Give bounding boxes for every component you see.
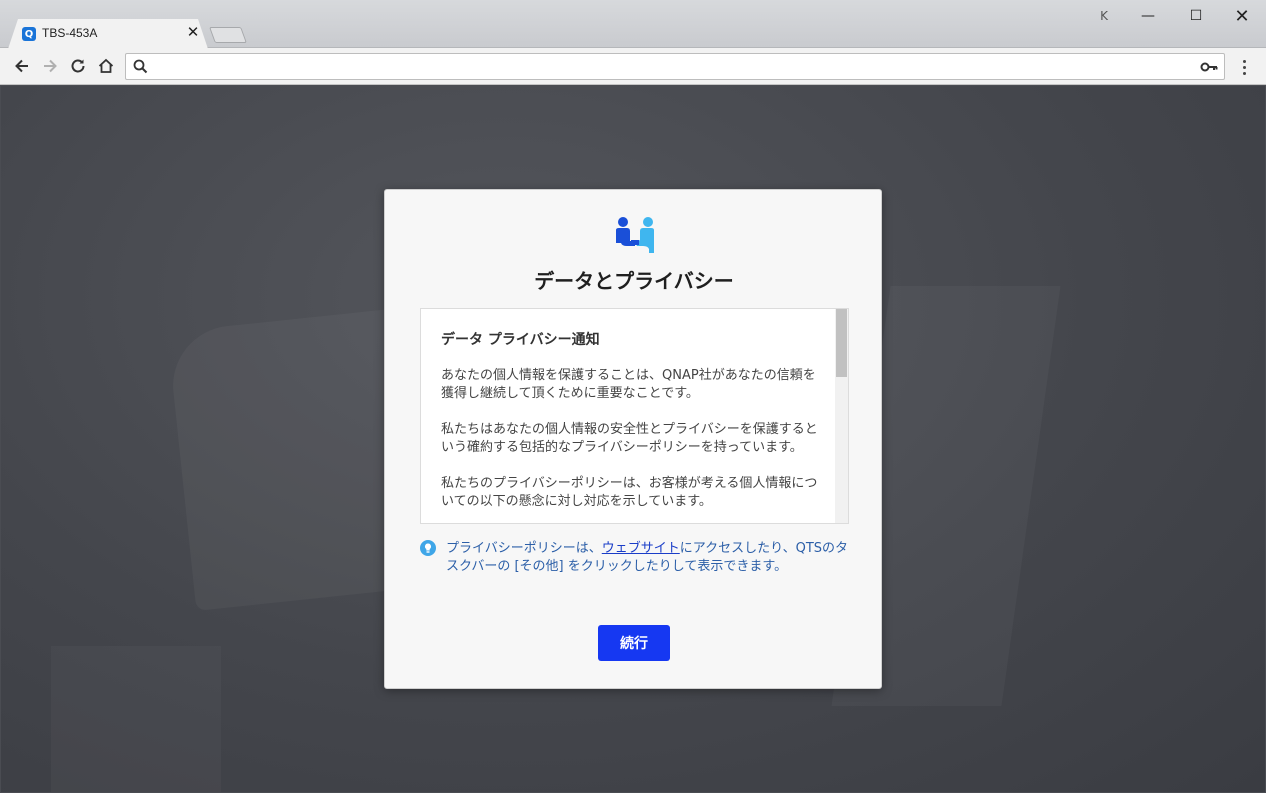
reload-icon[interactable]	[66, 54, 90, 78]
browser-toolbar	[0, 48, 1266, 85]
kebab-menu-icon[interactable]	[1234, 56, 1254, 78]
background-shape	[51, 646, 221, 792]
notice-paragraph: 私たちはあなたの個人情報の安全性とプライバシーを保護するという確約する包括的なプ…	[441, 422, 818, 455]
browser-tab[interactable]: Q TBS-453A ✕	[8, 19, 208, 49]
info-message: プライバシーポリシーは、ウェブサイトにアクセスしたり、QTSのタスクバーの [そ…	[420, 540, 850, 576]
minimize-button[interactable]: —	[1128, 3, 1168, 29]
close-window-button[interactable]: ✕	[1222, 3, 1262, 29]
back-arrow-icon[interactable]	[10, 54, 34, 78]
profile-icon[interactable]: K	[1084, 3, 1124, 29]
info-text-prefix: プライバシーポリシーは、	[446, 541, 602, 556]
address-bar[interactable]	[125, 53, 1225, 80]
website-link[interactable]: ウェブサイト	[602, 541, 680, 556]
maximize-button[interactable]: ☐	[1176, 3, 1216, 29]
info-text: プライバシーポリシーは、ウェブサイトにアクセスしたり、QTSのタスクバーの [そ…	[446, 540, 850, 576]
scrollbar[interactable]	[835, 309, 848, 523]
key-icon[interactable]	[1200, 59, 1218, 75]
continue-button[interactable]: 続行	[598, 625, 670, 661]
privacy-dialog: データとプライバシー データ プライバシー通知 あなたの個人情報を保護することは…	[384, 189, 882, 689]
notice-heading: データ プライバシー通知	[441, 332, 600, 348]
forward-arrow-icon[interactable]	[38, 54, 62, 78]
search-icon	[133, 59, 148, 74]
home-icon[interactable]	[94, 54, 118, 78]
notice-paragraph: 私たちのプライバシーポリシーは、お客様が考える個人情報についての以下の懸念に対し…	[441, 476, 818, 509]
notice-content: データ プライバシー通知 あなたの個人情報を保護することは、QNAP社があなたの…	[441, 329, 821, 523]
qnap-favicon-icon: Q	[22, 27, 36, 41]
browser-titlebar: Q TBS-453A ✕ K — ☐ ✕	[0, 0, 1266, 49]
dialog-title: データとプライバシー	[534, 269, 734, 293]
handshake-icon	[616, 217, 654, 253]
address-input[interactable]	[156, 57, 1186, 77]
notice-paragraph: あなたの個人情報を保護することは、QNAP社があなたの信頼を獲得し継続して頂くた…	[441, 368, 816, 401]
tab-close-icon[interactable]: ✕	[184, 23, 202, 41]
tab-title: TBS-453A	[42, 26, 98, 40]
privacy-notice-scrollbox[interactable]: データ プライバシー通知 あなたの個人情報を保護することは、QNAP社があなたの…	[420, 308, 849, 524]
scrollbar-thumb[interactable]	[836, 309, 847, 377]
new-tab-button[interactable]	[209, 27, 247, 43]
lightbulb-icon	[420, 540, 436, 556]
